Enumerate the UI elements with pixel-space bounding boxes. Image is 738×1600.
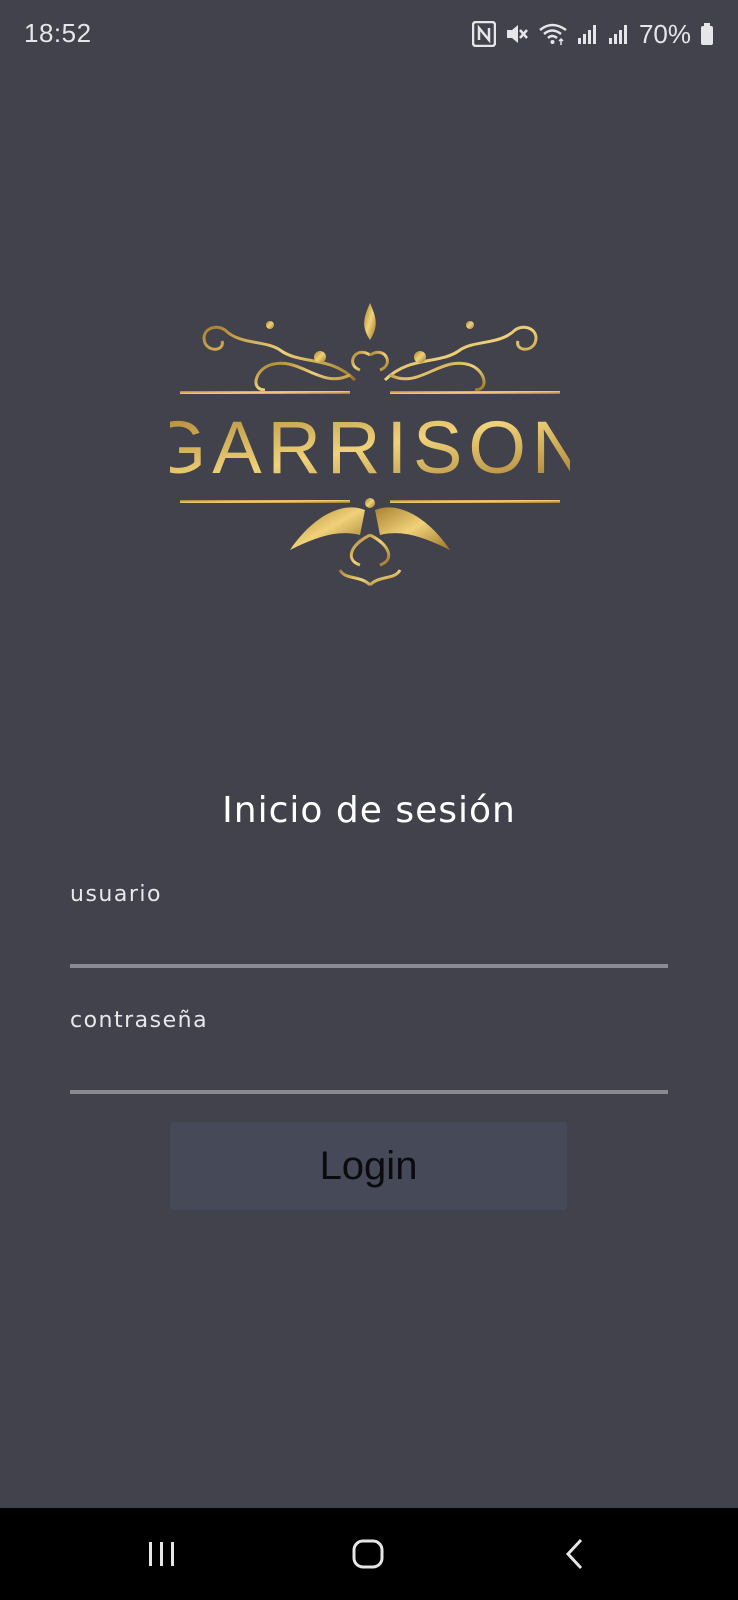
password-label: contraseña (70, 1008, 209, 1033)
recent-apps-button[interactable] (112, 1508, 212, 1600)
username-input[interactable] (70, 924, 668, 968)
status-time: 18:52 (24, 18, 92, 48)
nfc-icon (471, 21, 496, 47)
signal-icon (608, 23, 630, 45)
wifi-icon (538, 22, 568, 46)
home-button[interactable] (318, 1508, 418, 1600)
system-nav-bar (0, 1508, 738, 1600)
back-icon (565, 1538, 583, 1570)
recent-apps-icon (149, 1542, 174, 1566)
back-button[interactable] (525, 1508, 625, 1600)
signal-icon (577, 23, 599, 45)
status-bar: 18:52 70% (0, 0, 738, 70)
ornamental-crest-icon: GARRISON (149, 303, 585, 587)
status-icons: 70% (471, 18, 714, 50)
password-input[interactable] (70, 1050, 668, 1094)
login-title: Inicio de sesión (222, 790, 516, 831)
login-button[interactable]: Login (170, 1122, 567, 1210)
username-label: usuario (70, 882, 162, 907)
mute-icon (505, 22, 529, 46)
battery-percent: 70% (638, 18, 691, 49)
home-icon (352, 1539, 384, 1569)
logo-wordmark: GARRISON (170, 406, 570, 489)
battery-icon (700, 22, 714, 46)
garrison-logo: GARRISON (149, 295, 585, 605)
